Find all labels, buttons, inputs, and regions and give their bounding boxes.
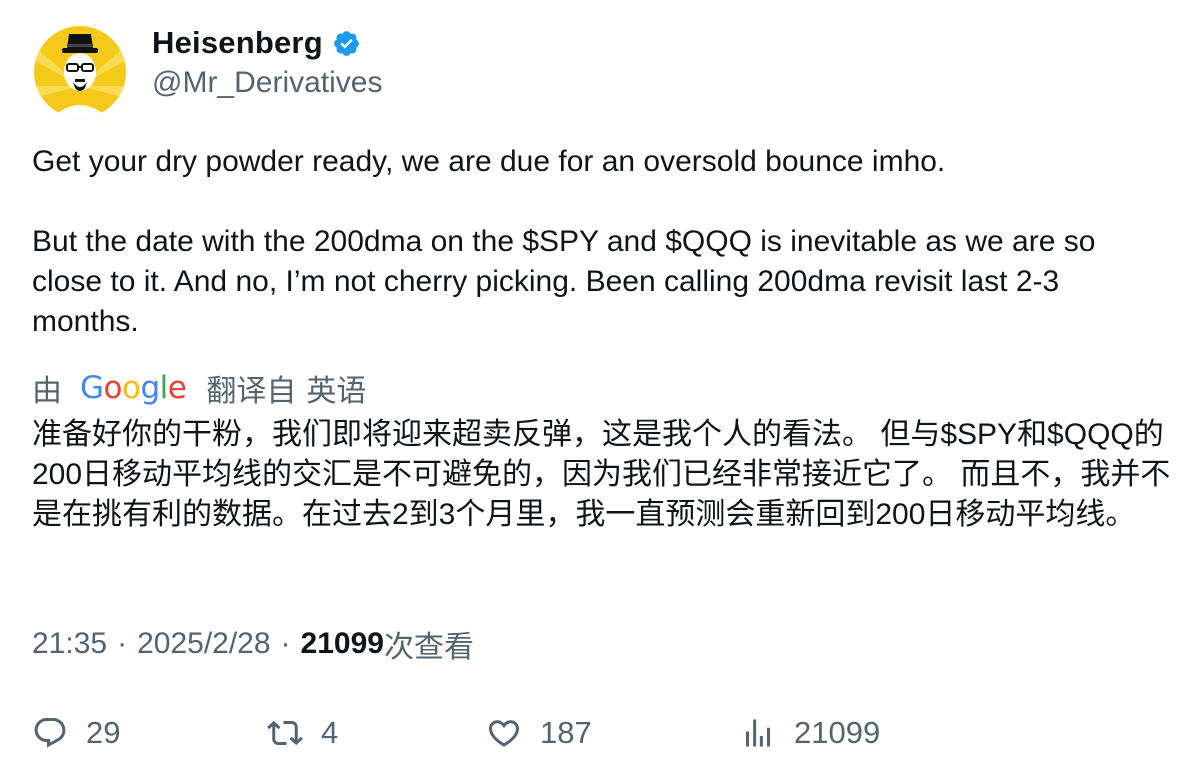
reply-count: 29: [86, 715, 121, 750]
reply-button[interactable]: 29: [32, 708, 120, 758]
display-name[interactable]: Heisenberg: [152, 25, 323, 61]
tweet-meta: 21:35 · 2025/2/28 · 21099 次查看: [32, 624, 474, 664]
reply-icon: [34, 718, 66, 748]
retweet-icon: [267, 720, 303, 746]
tweet-text: Get your dry powder ready, we are due fo…: [32, 142, 1172, 342]
translated-by-label: 由: [32, 375, 62, 408]
tweet-time[interactable]: 21:35: [32, 627, 107, 661]
display-name-row: Heisenberg: [152, 25, 383, 61]
meta-separator: ·: [117, 627, 128, 660]
tweet-paragraph-2: But the date with the 200dma on the $SPY…: [32, 225, 1104, 338]
like-count: 187: [540, 715, 592, 750]
meta-separator: ·: [280, 627, 291, 660]
verified-badge-icon[interactable]: [332, 29, 361, 58]
views-label: 次查看: [383, 631, 474, 664]
views-action-count: 21099: [794, 715, 881, 750]
heisenberg-avatar-icon: [34, 26, 126, 118]
translated-text: 准备好你的干粉，我们即将迎来超卖反弹，这是我个人的看法。 但与$SPY和$QQQ…: [32, 418, 1171, 531]
source-language: 英语: [306, 375, 367, 408]
tweet-date[interactable]: 2025/2/28: [137, 627, 270, 661]
action-bar: 29 4 187 21099: [0, 708, 1196, 758]
like-button[interactable]: 187: [486, 708, 592, 758]
analytics-icon: [746, 719, 770, 747]
retweet-count: 4: [321, 715, 339, 750]
translated-from-label: 翻译自: [206, 375, 297, 408]
tweet-header: Heisenberg @Mr_Derivatives: [34, 25, 383, 122]
views-button[interactable]: 21099: [740, 708, 880, 758]
views-count: 21099: [300, 627, 384, 660]
author-names: Heisenberg @Mr_Derivatives: [152, 25, 383, 100]
avatar[interactable]: [34, 26, 126, 118]
retweet-button[interactable]: 4: [267, 708, 338, 758]
tweet-paragraph-1: Get your dry powder ready, we are due fo…: [32, 145, 946, 178]
author-handle[interactable]: @Mr_Derivatives: [152, 66, 383, 100]
translation-attribution[interactable]: 由 Google 翻译自 英语: [32, 367, 366, 409]
google-logo: Google: [80, 370, 187, 406]
heart-icon: [488, 720, 520, 747]
